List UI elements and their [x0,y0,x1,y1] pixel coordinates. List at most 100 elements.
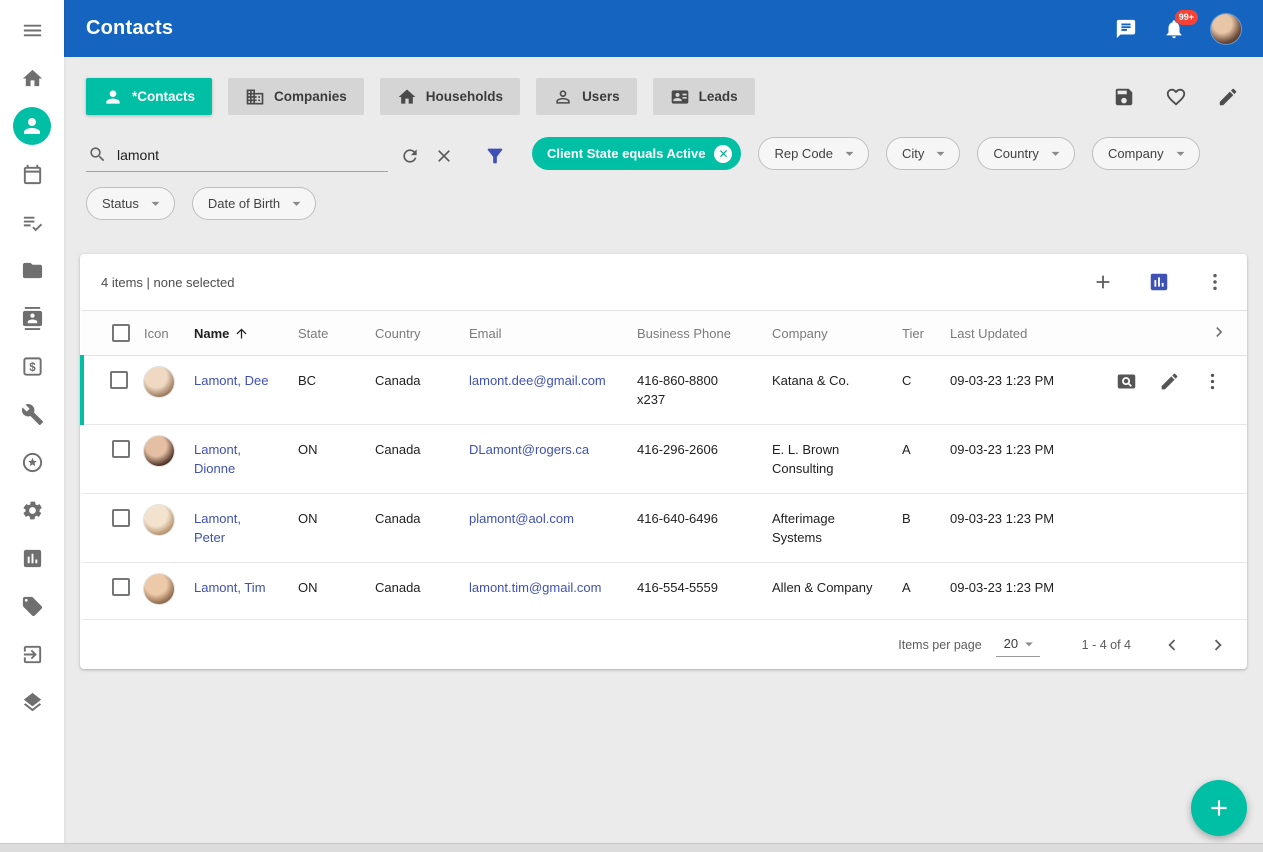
chevron-down-icon [1171,144,1190,163]
filter-chip-status[interactable]: Status [86,187,175,220]
more-options-button[interactable] [1204,271,1226,293]
sidebar-item-tools[interactable] [8,390,56,438]
filter-chip-company[interactable]: Company [1092,137,1200,170]
filter-button[interactable] [484,145,506,172]
filter-chip-city[interactable]: City [886,137,960,170]
contact-name-link[interactable]: Lamont, Peter [194,511,241,545]
contact-email-link[interactable]: plamont@aol.com [469,511,574,526]
search-box [86,145,388,172]
pencil-icon [1159,371,1180,392]
table-row[interactable]: Lamont, Tim ON Canada lamont.tim@gmail.c… [82,563,1247,620]
previous-page-button[interactable] [1161,634,1183,656]
filter-chip-country[interactable]: Country [977,137,1075,170]
contact-email-link[interactable]: lamont.dee@gmail.com [469,373,606,388]
filter-chip-date-of-birth[interactable]: Date of Birth [192,187,316,220]
column-header-state[interactable]: State [298,311,375,356]
row-checkbox[interactable] [112,440,130,458]
column-header-email[interactable]: Email [469,311,637,356]
applied-filter-chip[interactable]: Client State equals Active ✕ [532,137,741,170]
sidebar-item-layers[interactable] [8,678,56,726]
table-row[interactable]: Lamont, Peter ON Canada plamont@aol.com … [82,494,1247,563]
favorite-view-button[interactable] [1165,86,1187,108]
expand-columns-icon[interactable] [1209,322,1229,342]
filter-chips-row1: Client State equals Active ✕ Rep Code Ci… [532,137,1200,172]
column-header-phone[interactable]: Business Phone [637,311,772,356]
contact-email-link[interactable]: DLamont@rogers.ca [469,442,589,457]
person-icon [20,114,44,138]
caret-down-icon [1020,635,1038,653]
home-icon [397,87,417,107]
contact-name-link[interactable]: Lamont, Tim [194,580,266,595]
sidebar-item-logout[interactable] [8,630,56,678]
cell-state: ON [298,494,375,563]
row-more-button[interactable] [1202,371,1223,392]
results-toolbar: 4 items | none selected [80,254,1247,310]
preview-contact-button[interactable] [1116,371,1137,392]
sidebar-item-tasks[interactable] [8,198,56,246]
row-checkbox[interactable] [110,371,128,389]
tag-icon [21,595,44,618]
sidebar-item-contact-cards[interactable] [8,294,56,342]
tab-companies[interactable]: Companies [228,78,364,115]
chevron-down-icon [1046,144,1065,163]
tab-contacts[interactable]: *Contacts [86,78,212,115]
clear-search-button[interactable] [434,146,454,166]
sidebar-item-reports[interactable] [8,534,56,582]
column-header-updated[interactable]: Last Updated [950,311,1092,356]
refresh-search-button[interactable] [400,146,420,166]
chart-view-button[interactable] [1148,271,1170,293]
sidebar-item-documents[interactable] [8,246,56,294]
tab-leads[interactable]: Leads [653,78,755,115]
row-actions [1092,371,1239,392]
notifications-button[interactable]: 99+ [1163,18,1185,40]
save-view-button[interactable] [1113,86,1135,108]
contact-name-link[interactable]: Lamont, Dee [194,373,268,388]
sidebar-item-contacts[interactable] [8,102,56,150]
tab-users[interactable]: Users [536,78,637,115]
sidebar-item-tags[interactable] [8,582,56,630]
page-size-select[interactable]: 20 [996,633,1040,657]
column-header-name[interactable]: Name [194,311,298,356]
menu-button[interactable] [8,6,56,54]
search-input[interactable] [117,147,388,163]
exit-icon [21,643,44,666]
row-checkbox[interactable] [112,578,130,596]
sidebar-item-calendar[interactable] [8,150,56,198]
chevron-down-icon [287,194,306,213]
chat-icon [1115,18,1137,40]
table-row[interactable]: Lamont, Dee BC Canada lamont.dee@gmail.c… [82,356,1247,425]
sidebar-item-home[interactable] [8,54,56,102]
column-header-tier[interactable]: Tier [902,311,950,356]
chip-label: City [902,146,924,161]
edit-contact-button[interactable] [1159,371,1180,392]
contact-email-link[interactable]: lamont.tim@gmail.com [469,580,601,595]
sidebar-item-settings[interactable] [8,486,56,534]
app-header: Contacts 99+ [64,0,1263,57]
user-avatar [1211,14,1241,44]
row-checkbox[interactable] [112,509,130,527]
star-circle-icon [21,451,44,474]
contact-name-link[interactable]: Lamont, Dionne [194,442,241,476]
add-contact-fab[interactable] [1191,780,1247,836]
cell-tier: B [902,494,950,563]
sidebar-item-billing[interactable]: $ [8,342,56,390]
remove-filter-icon[interactable]: ✕ [714,145,732,163]
cell-country: Canada [375,425,469,494]
invoice-icon: $ [21,355,44,378]
filter-chip-rep-code[interactable]: Rep Code [758,137,869,170]
next-page-button[interactable] [1207,634,1229,656]
add-column-button[interactable] [1092,271,1114,293]
sidebar-item-favorites[interactable] [8,438,56,486]
cell-updated: 09-03-23 1:23 PM [950,494,1092,563]
select-all-checkbox[interactable] [112,324,130,342]
chat-button[interactable] [1115,18,1137,40]
notification-badge: 99+ [1175,10,1198,25]
edit-view-button[interactable] [1217,86,1239,108]
table-row[interactable]: Lamont, Dionne ON Canada DLamont@rogers.… [82,425,1247,494]
results-card: 4 items | none selected [80,254,1247,669]
tab-households[interactable]: Households [380,78,520,115]
column-header-company[interactable]: Company [772,311,902,356]
contact-avatar [144,574,174,604]
user-menu-button[interactable] [1211,14,1241,44]
column-header-country[interactable]: Country [375,311,469,356]
